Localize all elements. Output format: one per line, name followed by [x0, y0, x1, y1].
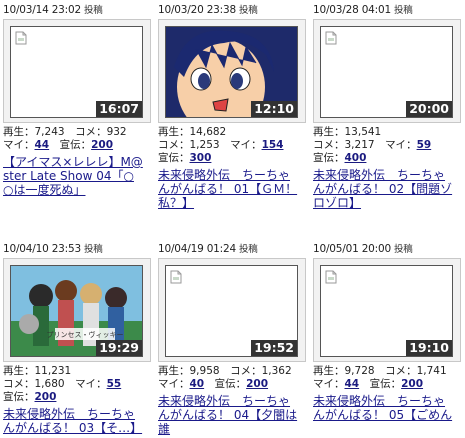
view-count: 11,231: [34, 365, 72, 377]
video-title-link[interactable]: 未来侵略外伝 ちーちゃんがんばる！ 03【そ…】: [3, 407, 143, 435]
comment-count: 1,362: [261, 365, 292, 377]
duration-badge: 20:00: [406, 101, 452, 117]
post-date: 10/03/28 04:01 投稿: [313, 4, 413, 16]
stats: 再生：11,231 コメ：1,680 マイ：55 宣伝：200: [3, 365, 122, 403]
thumbnail-frame[interactable]: プリンセス・ヴィッキー 19:29: [3, 258, 151, 362]
video-title-link[interactable]: 未来侵略外伝 ちーちゃんがんばる！ 01【ＧＭ！私？】: [158, 168, 298, 210]
duration-badge: 12:10: [251, 101, 297, 117]
ads-link[interactable]: 200: [246, 378, 268, 390]
comment-count: 932: [106, 126, 127, 138]
ads-link[interactable]: 300: [190, 152, 212, 164]
comment-count: 1,741: [416, 365, 447, 377]
thumbnail-frame[interactable]: 16:07: [3, 19, 151, 123]
view-count: 7,243: [34, 126, 65, 138]
post-date: 10/03/20 23:38 投稿: [158, 4, 258, 16]
duration-badge: 19:10: [406, 340, 452, 356]
comment-count: 1,253: [189, 139, 220, 151]
mylist-link[interactable]: 55: [107, 378, 122, 390]
thumbnail-frame[interactable]: 12:10: [158, 19, 306, 123]
post-date: 10/05/01 20:00 投稿: [313, 243, 413, 255]
duration-badge: 19:29: [96, 340, 142, 356]
stats: 再生：9,728 コメ：1,741 マイ：44 宣伝：200: [313, 365, 447, 390]
ads-link[interactable]: 400: [345, 152, 367, 164]
video-card: 10/03/20 23:38 投稿 12:10 再生：14,682 コメ：1,25…: [158, 4, 310, 210]
missing-image-icon: [170, 270, 182, 284]
thumbnail[interactable]: 19:10: [320, 265, 453, 357]
missing-image-icon: [15, 31, 27, 45]
comment-count: 3,217: [344, 139, 375, 151]
missing-image-icon: [325, 270, 337, 284]
video-card: 10/05/01 20:00 投稿 19:10 再生：9,728 コメ：1,741…: [313, 243, 465, 422]
missing-image-icon: [325, 31, 337, 45]
post-date: 10/04/10 23:53 投稿: [3, 243, 103, 255]
video-card: 10/03/28 04:01 投稿 20:00 再生：13,541 コメ：3,21…: [313, 4, 465, 210]
mylist-link[interactable]: 40: [190, 378, 205, 390]
thumbnail[interactable]: プリンセス・ヴィッキー 19:29: [10, 265, 143, 357]
ads-link[interactable]: 200: [35, 391, 57, 403]
video-title-link[interactable]: 【アイマス×レレレ】M@ster Late Show 04「○○は一度死ぬ」: [3, 155, 143, 197]
stats: 再生：14,682 コメ：1,253 マイ：154 宣伝：300: [158, 126, 284, 164]
ads-link[interactable]: 200: [401, 378, 423, 390]
mylist-link[interactable]: 154: [262, 139, 284, 151]
stats: 再生：9,958 コメ：1,362 マイ：40 宣伝：200: [158, 365, 292, 390]
thumbnail-frame[interactable]: 19:10: [313, 258, 461, 362]
thumbnail-caption: プリンセス・ヴィッキー: [47, 330, 124, 339]
post-date: 10/04/19 01:24 投稿: [158, 243, 258, 255]
video-card: 10/03/14 23:02 投稿 16:07 再生：7,243 コメ：932 マ…: [3, 4, 155, 197]
duration-badge: 19:52: [251, 340, 297, 356]
mylist-link[interactable]: 44: [345, 378, 360, 390]
video-title-link[interactable]: 未来侵略外伝 ちーちゃんがんばる！ 02【問題ゾロゾロ】: [313, 168, 453, 210]
view-count: 9,728: [344, 365, 375, 377]
stats: 再生：13,541 コメ：3,217 マイ：59 宣伝：400: [313, 126, 432, 164]
thumbnail[interactable]: 20:00: [320, 26, 453, 118]
video-title-link[interactable]: 未来侵略外伝 ちーちゃんがんばる！ 04【夕闇は誰: [158, 394, 298, 436]
mylist-link[interactable]: 44: [35, 139, 50, 151]
view-count: 14,682: [189, 126, 227, 138]
thumbnail-frame[interactable]: 19:52: [158, 258, 306, 362]
comment-count: 1,680: [34, 378, 65, 390]
thumbnail-frame[interactable]: 20:00: [313, 19, 461, 123]
mylist-link[interactable]: 59: [417, 139, 432, 151]
duration-badge: 16:07: [96, 101, 142, 117]
ads-link[interactable]: 200: [91, 139, 113, 151]
view-count: 13,541: [344, 126, 382, 138]
post-date: 10/03/14 23:02 投稿: [3, 4, 103, 16]
video-card: 10/04/19 01:24 投稿 19:52 再生：9,958 コメ：1,362…: [158, 243, 310, 436]
thumbnail[interactable]: 16:07: [10, 26, 143, 118]
view-count: 9,958: [189, 365, 220, 377]
thumbnail[interactable]: 19:52: [165, 265, 298, 357]
stats: 再生：7,243 コメ：932 マイ：44 宣伝：200: [3, 126, 127, 151]
video-title-link[interactable]: 未来侵略外伝 ちーちゃんがんばる！ 05【ごめん: [313, 394, 453, 422]
thumbnail[interactable]: 12:10: [165, 26, 298, 118]
video-card: 10/04/10 23:53 投稿 プリンセス・ヴィッキー 19:29 再生：11…: [3, 243, 155, 435]
